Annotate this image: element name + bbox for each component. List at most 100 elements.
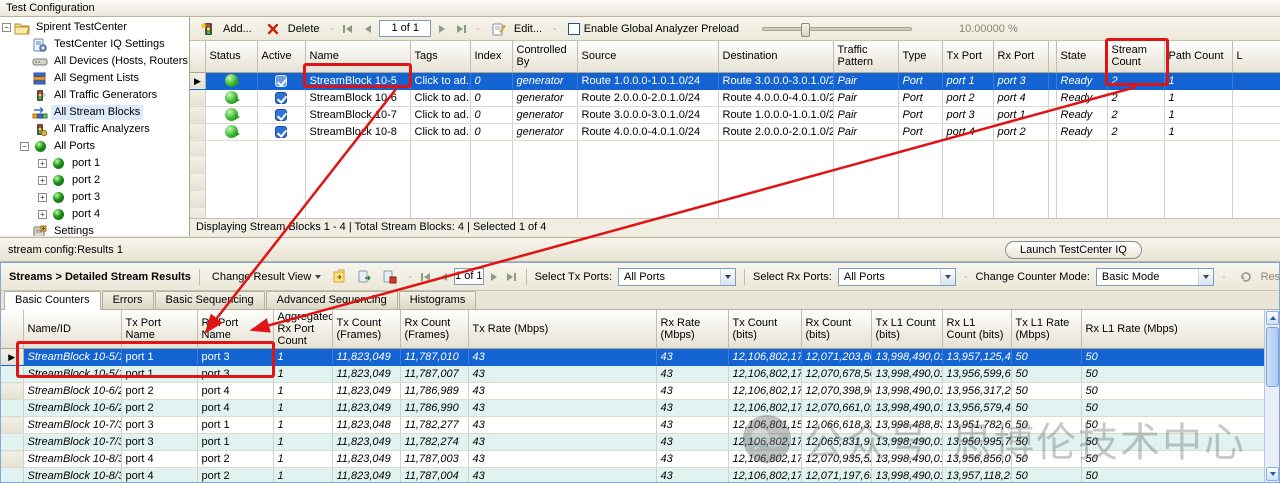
cell-type[interactable]: Port <box>898 89 942 106</box>
cell-tx-rate-mbps[interactable]: 43 <box>468 366 656 383</box>
expand-icon[interactable]: + <box>38 193 47 202</box>
cell-rx-rate-mbps[interactable]: 43 <box>656 400 728 417</box>
scroll-up-button[interactable] <box>1266 311 1279 325</box>
cell-source[interactable]: Route 1.0.0.0-1.0.1.0/24 <box>577 72 718 89</box>
result-row[interactable]: StreamBlock 10-6/262145port 2port 4111,8… <box>1 400 1264 417</box>
cell-tx-l1-count-bits[interactable]: 13,998,490,016 <box>871 468 942 483</box>
cell-source[interactable]: Route 2.0.0.0-2.0.1.0/24 <box>577 89 718 106</box>
export-results-red-icon[interactable] <box>381 269 397 284</box>
cell-tx-port[interactable]: port 2 <box>942 89 993 106</box>
cell-destination[interactable]: Route 4.0.0.0-4.0.1.0/24 <box>718 89 833 106</box>
cell-rx-count-bits[interactable]: 12,070,678,504 <box>801 366 871 383</box>
cell-rx-port-name[interactable]: port 3 <box>197 349 273 366</box>
cell-name[interactable]: StreamBlock 10-6 <box>305 89 410 106</box>
cell-rx-l1-count-bits[interactable]: 13,956,856,000 <box>942 451 1011 468</box>
cell-rx-port-name[interactable]: port 3 <box>197 366 273 383</box>
cell-tx-l1-count-bits[interactable]: 13,998,490,016 <box>871 366 942 383</box>
row-selector[interactable] <box>1 451 23 468</box>
cell-type[interactable]: Port <box>898 106 942 123</box>
first-page-button[interactable] <box>341 22 355 36</box>
cell-path-count[interactable]: 1 <box>1164 106 1232 123</box>
row-selector[interactable]: ▶ <box>1 349 23 366</box>
cell-col[interactable] <box>1048 106 1056 123</box>
cell-stream-count[interactable]: 2 <box>1107 89 1164 106</box>
cell-rx-l1-count-bits[interactable]: 13,950,995,752 <box>942 434 1011 451</box>
cell-rx-l1-count-bits[interactable]: 13,956,599,624 <box>942 366 1011 383</box>
cell-rx-count-frames[interactable]: 11,782,274 <box>400 434 468 451</box>
scrollbar-thumb[interactable] <box>1266 327 1279 387</box>
select-rx-ports-dropdown[interactable]: All Ports <box>838 268 956 286</box>
column-header-rx-port-name[interactable]: Rx Port Name <box>197 310 273 349</box>
cell-rx-l1-rate-mbps[interactable]: 50 <box>1081 451 1264 468</box>
cell-rx-l1-count-bits[interactable]: 13,956,579,496 <box>942 400 1011 417</box>
last-page-button[interactable] <box>455 22 469 36</box>
cell-controlled-by[interactable]: generator <box>512 89 577 106</box>
cell-rx-count-bits[interactable]: 12,070,398,960 <box>801 383 871 400</box>
cell-rx-l1-count-bits[interactable]: 13,956,317,200 <box>942 383 1011 400</box>
cell-stream-count[interactable]: 2 <box>1107 123 1164 140</box>
active-cell[interactable] <box>257 123 305 140</box>
column-header-source[interactable]: Source <box>577 41 718 72</box>
row-selector[interactable] <box>1 383 23 400</box>
tree-item-all-traffic-generators[interactable]: All Traffic Generators <box>0 87 189 104</box>
active-checkbox[interactable] <box>275 109 287 121</box>
cell-index[interactable]: 0 <box>470 89 512 106</box>
cell-rx-rate-mbps[interactable]: 43 <box>656 417 728 434</box>
column-header-tx-rate-mbps[interactable]: Tx Rate (Mbps) <box>468 310 656 349</box>
add-button[interactable]: Add... <box>196 20 256 37</box>
cell-tx-count-frames[interactable]: 11,823,049 <box>332 383 400 400</box>
cell-rx-count-frames[interactable]: 11,787,007 <box>400 366 468 383</box>
cell-rx-port-name[interactable]: port 2 <box>197 451 273 468</box>
resample-button[interactable]: Resample <box>1234 268 1280 285</box>
column-header-tx-port-name[interactable]: Tx Port Name <box>121 310 197 349</box>
streamblock-row[interactable]: ▶StreamBlock 10-5Click to ad...0generato… <box>190 72 1280 89</box>
cell-tx-l1-rate-mbps[interactable]: 50 <box>1011 417 1081 434</box>
cell-l[interactable] <box>1232 89 1280 106</box>
cell-tx-l1-count-bits[interactable]: 13,998,488,832 <box>871 417 942 434</box>
cell-rx-port-name[interactable]: port 4 <box>197 400 273 417</box>
row-selector[interactable] <box>1 417 23 434</box>
cell-tx-count-bits[interactable]: 12,106,802,176 <box>728 451 801 468</box>
cell-tx-l1-count-bits[interactable]: 13,998,490,016 <box>871 383 942 400</box>
row-selector[interactable] <box>1 468 23 483</box>
cell-stream-count[interactable]: 2 <box>1107 72 1164 89</box>
cell-path-count[interactable]: 1 <box>1164 89 1232 106</box>
tab-advanced-sequencing[interactable]: Advanced Sequencing <box>266 291 398 309</box>
cell-l[interactable] <box>1232 72 1280 89</box>
cell-state[interactable]: Ready <box>1056 72 1107 89</box>
row-selector[interactable] <box>190 106 205 123</box>
cell-name-id[interactable]: StreamBlock 10-8/393217 <box>23 468 121 483</box>
cell-name[interactable]: StreamBlock 10-7 <box>305 106 410 123</box>
cell-tx-port[interactable]: port 1 <box>942 72 993 89</box>
cell-tx-l1-rate-mbps[interactable]: 50 <box>1011 400 1081 417</box>
cell-tx-l1-count-bits[interactable]: 13,998,490,016 <box>871 400 942 417</box>
cell-col[interactable] <box>1048 123 1056 140</box>
column-header-destination[interactable]: Destination <box>718 41 833 72</box>
cell-tags[interactable]: Click to ad... <box>410 106 470 123</box>
cell-tx-l1-rate-mbps[interactable]: 50 <box>1011 383 1081 400</box>
cell-stream-count[interactable]: 2 <box>1107 106 1164 123</box>
cell-path-count[interactable]: 1 <box>1164 72 1232 89</box>
results-next-page-button[interactable] <box>490 270 500 284</box>
cell-tx-count-frames[interactable]: 11,823,048 <box>332 417 400 434</box>
scroll-down-button[interactable] <box>1266 467 1279 481</box>
cell-tags[interactable]: Click to ad... <box>410 123 470 140</box>
cell-rx-port-name[interactable]: port 1 <box>197 417 273 434</box>
cell-tx-port-name[interactable]: port 3 <box>121 434 197 451</box>
cell-controlled-by[interactable]: generator <box>512 106 577 123</box>
cell-tx-port-name[interactable]: port 2 <box>121 383 197 400</box>
counter-mode-dropdown[interactable]: Basic Mode <box>1096 268 1214 286</box>
result-row[interactable]: ▶StreamBlock 10-5/196608port 1port 3111,… <box>1 349 1264 366</box>
column-header-traffic-pattern[interactable]: Traffic Pattern <box>833 41 898 72</box>
cell-rx-l1-rate-mbps[interactable]: 50 <box>1081 434 1264 451</box>
change-result-view-button[interactable]: Change Result View <box>208 270 325 284</box>
cell-traffic-pattern[interactable]: Pair <box>833 123 898 140</box>
cell-rx-port-name[interactable]: port 4 <box>197 383 273 400</box>
next-page-button[interactable] <box>436 22 450 36</box>
results-prev-page-button[interactable] <box>438 270 448 284</box>
cell-rx-l1-count-bits[interactable]: 13,957,118,296 <box>942 468 1011 483</box>
cell-l[interactable] <box>1232 106 1280 123</box>
vertical-scrollbar[interactable] <box>1264 310 1279 482</box>
cell-rx-l1-count-bits[interactable]: 13,957,125,400 <box>942 349 1011 366</box>
cell-tx-count-frames[interactable]: 11,823,049 <box>332 366 400 383</box>
